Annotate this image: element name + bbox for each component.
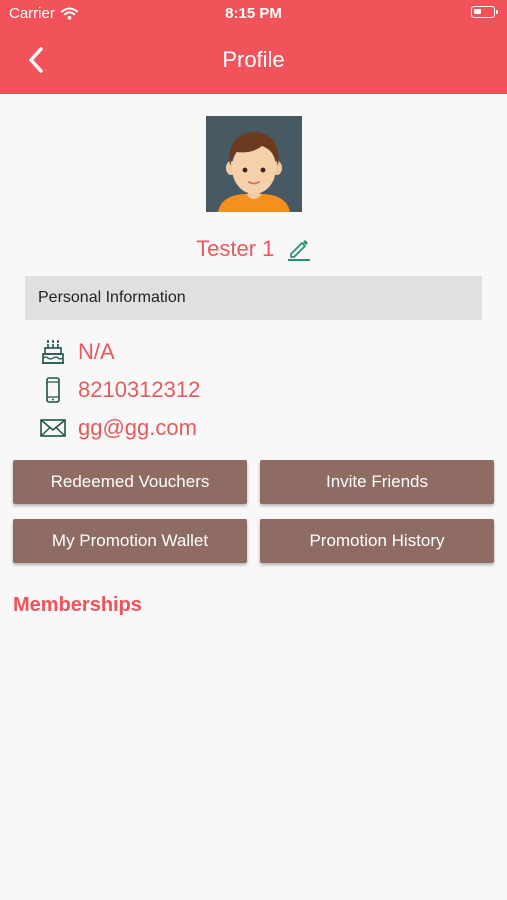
phone-row: 8210312312 [40,377,200,403]
profile-name: Tester 1 [196,236,275,261]
email-value: gg@gg.com [78,415,197,440]
page-title: Profile [222,47,285,72]
app-header: Carrier 8:15 PM Profile [0,0,507,94]
birthday-cake-icon [42,340,64,364]
promotion-history-button[interactable]: Promotion History [260,519,494,563]
memberships-heading: Memberships [13,594,142,616]
birthday-row: N/A [40,339,115,365]
battery-icon [471,6,498,18]
avatar[interactable] [206,116,302,212]
invite-friends-button[interactable]: Invite Friends [260,460,494,504]
pencil-icon [287,240,310,261]
user-avatar-icon [206,116,302,212]
status-bar: Carrier 8:15 PM [0,0,507,28]
birthday-value: N/A [78,339,115,364]
promotion-wallet-button[interactable]: My Promotion Wallet [13,519,247,563]
battery-level [474,9,481,14]
personal-information-header: Personal Information [25,276,482,320]
email-row: gg@gg.com [40,415,197,441]
edit-name-button[interactable] [287,237,311,261]
phone-value: 8210312312 [78,377,201,402]
profile-name-row: Tester 1 [0,236,507,262]
status-time: 8:15 PM [225,5,282,22]
redeemed-vouchers-button[interactable]: Redeemed Vouchers [13,460,247,504]
envelope-icon [40,419,66,437]
mobile-phone-icon [46,377,60,403]
